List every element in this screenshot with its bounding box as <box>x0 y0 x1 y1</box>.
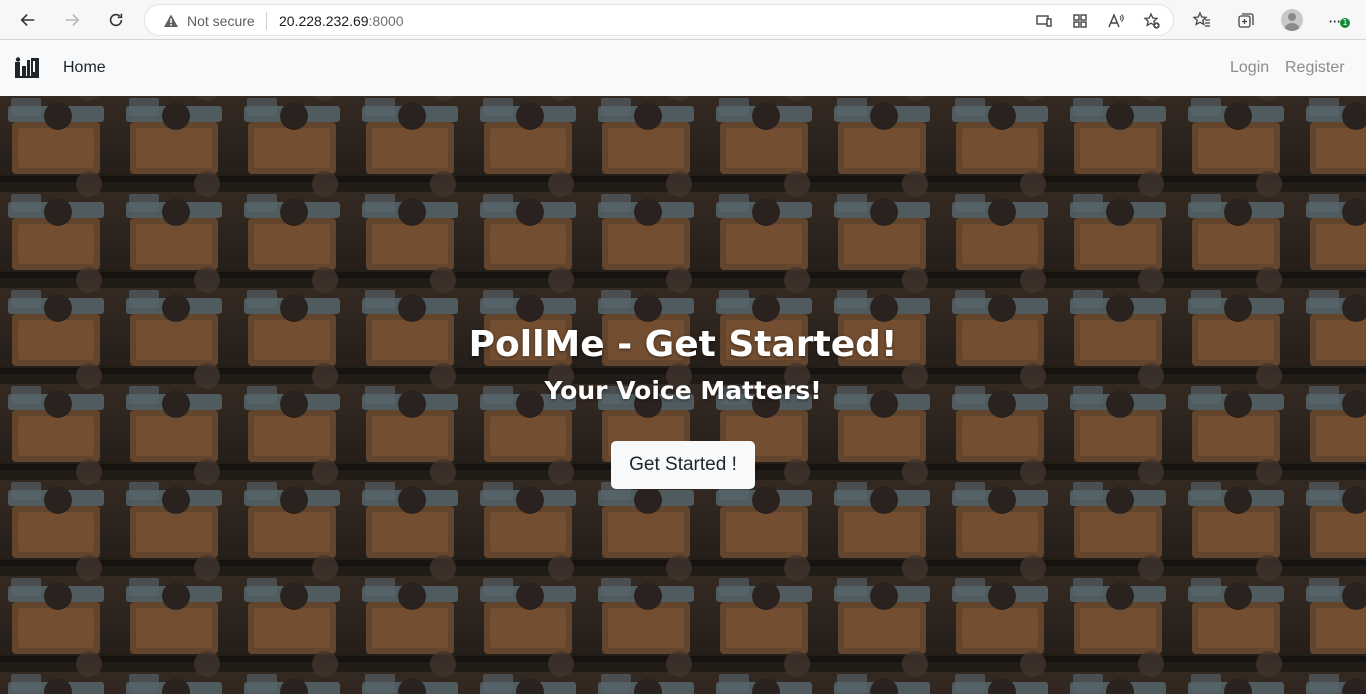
address-bar[interactable]: Not secure 20.228.232.69:8000 <box>144 4 1174 36</box>
read-aloud-icon[interactable] <box>1107 12 1125 30</box>
hero-title: PollMe - Get Started! <box>468 324 898 365</box>
reload-icon <box>109 13 123 27</box>
favorites-icon[interactable] <box>1192 10 1212 30</box>
reload-button[interactable] <box>102 6 130 34</box>
url-host: 20.228.232.69 <box>279 13 369 29</box>
more-icon: ··· <box>1328 12 1341 31</box>
collections-icon[interactable] <box>1236 10 1256 30</box>
back-button[interactable] <box>14 6 42 34</box>
browser-toolbar: Not secure 20.228.232.69:8000 ··· 1 <box>0 0 1366 40</box>
more-button[interactable]: ··· 1 <box>1328 12 1352 30</box>
nav-home-link[interactable]: Home <box>63 59 106 77</box>
hero-section: PollMe - Get Started! Your Voice Matters… <box>0 96 1366 694</box>
hero-subtitle: Your Voice Matters! <box>544 376 822 405</box>
back-icon <box>20 14 35 26</box>
security-status[interactable]: Not secure <box>187 13 255 29</box>
forward-button[interactable] <box>58 6 86 34</box>
install-app-icon[interactable] <box>1035 12 1053 30</box>
add-favorite-icon[interactable] <box>1143 12 1161 30</box>
update-badge: 1 <box>1340 18 1350 28</box>
get-started-button[interactable]: Get Started ! <box>611 441 755 489</box>
profile-avatar[interactable] <box>1281 9 1303 31</box>
nav-login-link[interactable]: Login <box>1230 59 1269 77</box>
url-port: :8000 <box>368 13 404 29</box>
site-navbar: Home Login Register <box>0 40 1366 96</box>
apps-icon[interactable] <box>1071 12 1089 30</box>
nav-register-link[interactable]: Register <box>1285 59 1345 77</box>
brand-logo-icon[interactable] <box>15 57 39 79</box>
forward-icon <box>65 14 80 26</box>
url-text[interactable]: 20.228.232.69:8000 <box>279 13 404 29</box>
address-divider <box>266 12 267 30</box>
warning-icon <box>163 13 179 29</box>
